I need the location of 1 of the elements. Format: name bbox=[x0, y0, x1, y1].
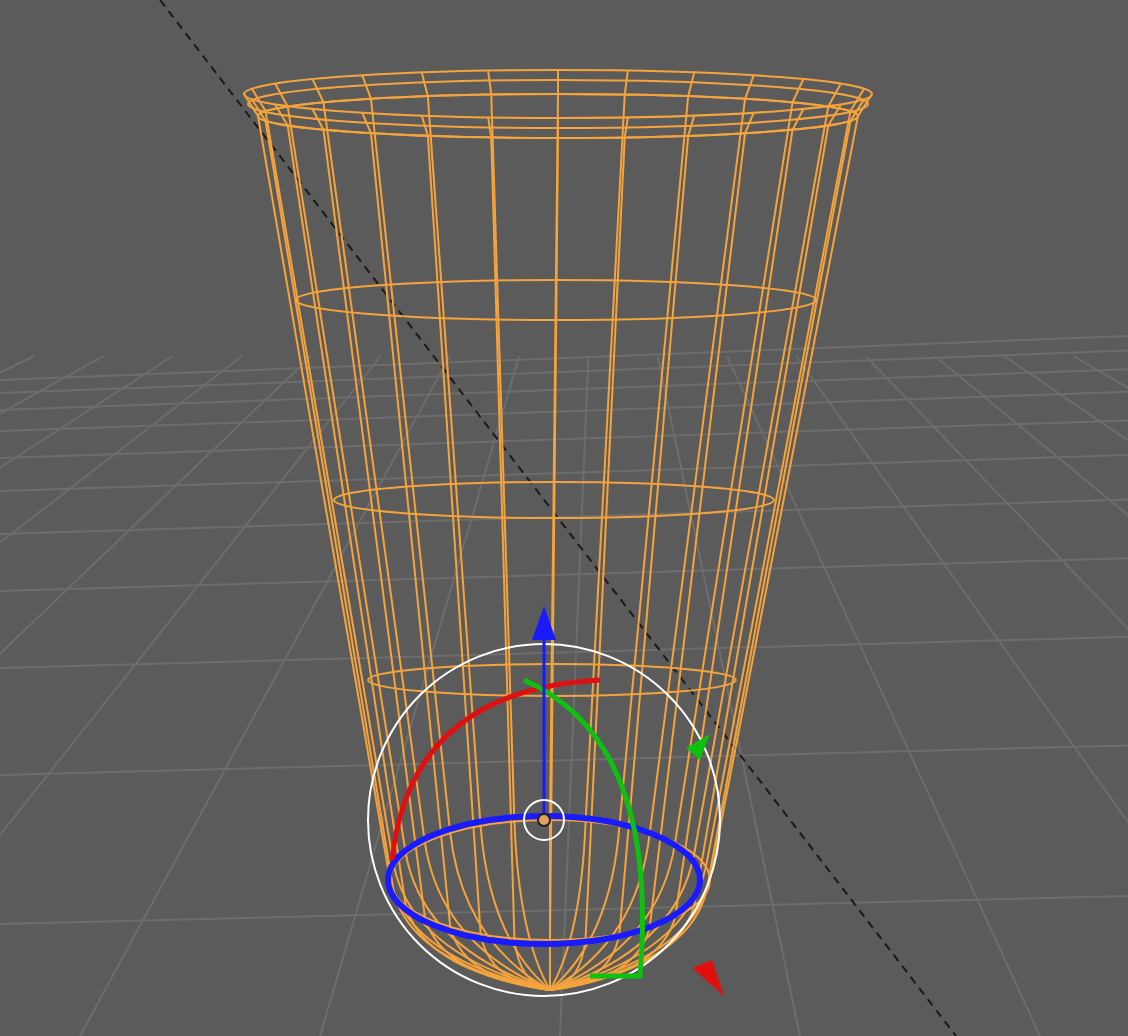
rotate-gizmo-drawing[interactable] bbox=[367, 606, 724, 997]
